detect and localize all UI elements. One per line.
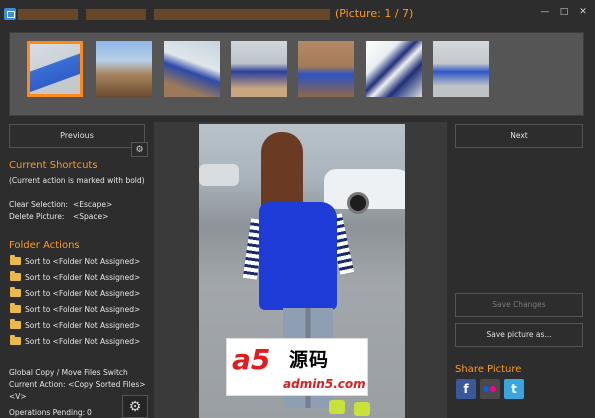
blurred-title-segment [86, 9, 146, 20]
folder-action-3[interactable]: Sort to <Folder Not Assigned> [10, 286, 140, 300]
share-title: Share Picture [455, 364, 522, 375]
folder-action-label: Sort to <Folder Not Assigned> [25, 304, 141, 314]
photo-detail [347, 192, 369, 214]
thumbnail-image [164, 41, 220, 97]
previous-button[interactable]: Previous [9, 124, 145, 148]
thumbnail-image [30, 44, 80, 94]
app-icon [4, 8, 16, 20]
folder-icon [10, 335, 21, 345]
maximize-button[interactable]: □ [557, 6, 571, 18]
facebook-icon[interactable]: f [456, 379, 476, 399]
delete-picture-label: Delete Picture: [9, 212, 65, 221]
thumbnail-image [433, 41, 489, 97]
folder-actions-title: Folder Actions [9, 240, 80, 251]
picture-counter: (Picture: 1 / 7) [335, 7, 414, 20]
thumbnail-7[interactable] [433, 41, 489, 97]
folder-action-6[interactable]: Sort to <Folder Not Assigned> [10, 334, 140, 348]
save-as-button[interactable]: Save picture as... [455, 323, 583, 347]
shortcuts-title: Current Shortcuts [9, 160, 98, 171]
switch-key-label: <V> [9, 392, 27, 401]
photo-detail [259, 202, 337, 310]
global-switch-label: Global Copy / Move Files Switch [9, 368, 128, 377]
operations-pending-count: 0 [87, 408, 92, 417]
thumbnail-image [231, 41, 287, 97]
watermark-cn-text: 源码 [289, 349, 330, 371]
folder-action-2[interactable]: Sort to <Folder Not Assigned> [10, 270, 140, 284]
folder-icon [10, 271, 21, 281]
clear-selection-label: Clear Selection: [9, 200, 69, 209]
folder-action-label: Sort to <Folder Not Assigned> [25, 288, 141, 298]
folder-action-label: Sort to <Folder Not Assigned> [25, 256, 141, 266]
twitter-icon[interactable]: t [504, 379, 524, 399]
photo-detail [329, 400, 345, 414]
current-action-label: Current Action: <Copy Sorted Files> [9, 380, 146, 389]
flickr-icon[interactable] [480, 379, 500, 399]
close-button[interactable]: ✕ [576, 6, 590, 18]
watermark-site: admin5.com [283, 377, 366, 391]
folder-icon [10, 319, 21, 329]
delete-picture-key: <Space> [73, 212, 109, 221]
minimize-button[interactable]: — [538, 6, 552, 18]
watermark-logo: a5 源码 admin5.com [226, 338, 368, 396]
save-changes-button[interactable]: Save Changes [455, 293, 583, 317]
thumbnail-1[interactable] [27, 41, 83, 97]
gear-icon[interactable]: ⚙ [122, 395, 148, 418]
folder-action-label: Sort to <Folder Not Assigned> [25, 272, 141, 282]
thumbnail-image [298, 41, 354, 97]
shortcuts-note: (Current action is marked with bold) [9, 176, 145, 185]
clear-selection-key: <Escape> [73, 200, 113, 209]
next-button[interactable]: Next [455, 124, 583, 148]
blurred-title-segment [154, 9, 330, 20]
folder-icon [10, 255, 21, 265]
photo-detail [354, 402, 370, 416]
settings-icon[interactable]: ⚙ [131, 142, 148, 157]
thumbnail-6[interactable] [366, 41, 422, 97]
operations-pending-label: Operations Pending: [9, 408, 86, 417]
thumbnail-2[interactable] [96, 41, 152, 97]
folder-icon [10, 287, 21, 297]
folder-action-5[interactable]: Sort to <Folder Not Assigned> [10, 318, 140, 332]
watermark-mark: a5 [232, 343, 271, 376]
blurred-title-segment [18, 9, 78, 20]
thumbnail-4[interactable] [231, 41, 287, 97]
folder-action-label: Sort to <Folder Not Assigned> [25, 320, 141, 330]
thumbnail-strip [9, 32, 584, 116]
thumbnail-image [366, 41, 422, 97]
title-bar: (Picture: 1 / 7) — □ ✕ [0, 0, 595, 28]
folder-icon [10, 303, 21, 313]
folder-action-1[interactable]: Sort to <Folder Not Assigned> [10, 254, 140, 268]
thumbnail-5[interactable] [298, 41, 354, 97]
photo-detail [199, 164, 239, 186]
folder-action-label: Sort to <Folder Not Assigned> [25, 336, 141, 346]
folder-action-4[interactable]: Sort to <Folder Not Assigned> [10, 302, 140, 316]
thumbnail-3[interactable] [164, 41, 220, 97]
thumbnail-image [96, 41, 152, 97]
